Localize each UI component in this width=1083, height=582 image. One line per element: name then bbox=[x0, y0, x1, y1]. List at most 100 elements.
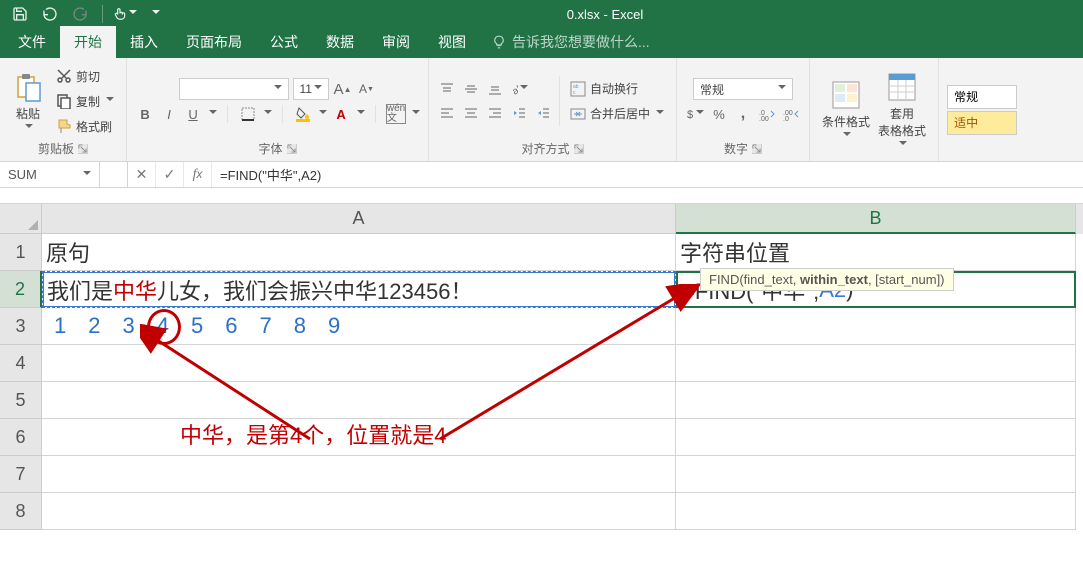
cell-B1[interactable]: 字符串位置 bbox=[676, 234, 1076, 271]
save-icon[interactable] bbox=[8, 2, 32, 26]
style-normal[interactable]: 常规 bbox=[947, 85, 1017, 109]
align-top-icon[interactable] bbox=[437, 79, 457, 99]
bold-button[interactable]: B bbox=[135, 104, 155, 124]
tab-home[interactable]: 开始 bbox=[60, 26, 116, 58]
paste-button[interactable]: 粘贴 bbox=[8, 69, 48, 134]
copy-button[interactable]: 复制 bbox=[52, 91, 118, 112]
svg-text:.00: .00 bbox=[759, 116, 769, 121]
select-all-corner[interactable] bbox=[0, 204, 42, 234]
align-left-icon[interactable] bbox=[437, 103, 457, 123]
cell-A8[interactable] bbox=[42, 493, 676, 530]
quick-access-toolbar bbox=[0, 2, 167, 26]
style-moderate[interactable]: 适中 bbox=[947, 111, 1017, 135]
cell-A2[interactable]: 我们是中华儿女，我们会振兴中华123456！ bbox=[42, 271, 676, 308]
group-font: 11 A▲ A▼ B I U A wén文 字体 bbox=[127, 58, 429, 161]
row-header-1[interactable]: 1 bbox=[0, 234, 42, 271]
formula-input[interactable] bbox=[212, 162, 1083, 187]
align-bottom-icon[interactable] bbox=[485, 79, 505, 99]
font-color-button[interactable]: A bbox=[331, 104, 351, 124]
cancel-formula-icon[interactable]: ✕ bbox=[128, 162, 156, 187]
cell-B5[interactable] bbox=[676, 382, 1076, 419]
decrease-decimal-icon[interactable]: .00.0 bbox=[781, 104, 801, 124]
annotation-text: 中华，是第4个，位置就是4 bbox=[180, 418, 446, 450]
font-family-select[interactable] bbox=[179, 78, 289, 100]
tell-me[interactable]: 告诉我您想要做什么... bbox=[480, 26, 662, 58]
group-number: 常规 $ % , .0.00 .00.0 数字 bbox=[677, 58, 810, 161]
tab-layout[interactable]: 页面布局 bbox=[172, 26, 256, 58]
tell-me-label: 告诉我您想要做什么... bbox=[512, 32, 650, 52]
align-center-icon[interactable] bbox=[461, 103, 481, 123]
align-right-icon[interactable] bbox=[485, 103, 505, 123]
cell-A5[interactable] bbox=[42, 382, 676, 419]
increase-decimal-icon[interactable]: .0.00 bbox=[757, 104, 777, 124]
format-table-button[interactable]: 套用 表格格式 bbox=[874, 69, 930, 151]
increase-font-icon[interactable]: A▲ bbox=[333, 79, 353, 99]
increase-indent-icon[interactable] bbox=[533, 103, 553, 123]
row-header-8[interactable]: 8 bbox=[0, 493, 42, 530]
percent-format-icon[interactable]: % bbox=[709, 104, 729, 124]
svg-text:.0: .0 bbox=[783, 116, 789, 121]
accounting-format-icon[interactable]: $ bbox=[685, 104, 705, 124]
cell-B4[interactable] bbox=[676, 345, 1076, 382]
comma-format-icon[interactable]: , bbox=[733, 104, 753, 124]
spreadsheet-grid: A B 1 原句 字符串位置 2 我们是中华儿女，我们会振兴中华123456！ … bbox=[0, 204, 1083, 530]
cell-A7[interactable] bbox=[42, 456, 676, 493]
col-header-B[interactable]: B bbox=[676, 204, 1076, 234]
group-cell-styles: 常规 适中 bbox=[939, 58, 1017, 161]
enter-formula-icon[interactable]: ✓ bbox=[156, 162, 184, 187]
fx-icon[interactable]: fx bbox=[184, 162, 212, 187]
redo-icon[interactable] bbox=[68, 2, 92, 26]
cell-B6[interactable] bbox=[676, 419, 1076, 456]
annotation-circle bbox=[147, 309, 181, 345]
cell-A4[interactable] bbox=[42, 345, 676, 382]
window-title: 0.xlsx - Excel bbox=[167, 7, 1043, 22]
cell-A1[interactable]: 原句 bbox=[42, 234, 676, 271]
tab-review[interactable]: 审阅 bbox=[368, 26, 424, 58]
merge-center-button[interactable]: 合并后居中 bbox=[566, 103, 668, 124]
font-size-select[interactable]: 11 bbox=[293, 78, 329, 100]
ribbon-tabs: 文件 开始 插入 页面布局 公式 数据 审阅 视图 告诉我您想要做什么... bbox=[0, 28, 1083, 58]
fill-color-button[interactable] bbox=[293, 104, 313, 124]
undo-icon[interactable] bbox=[38, 2, 62, 26]
orientation-icon[interactable]: ab bbox=[509, 79, 529, 99]
underline-button[interactable]: U bbox=[183, 104, 203, 124]
row-header-3[interactable]: 3 bbox=[0, 308, 42, 345]
col-header-A[interactable]: A bbox=[42, 204, 676, 234]
tab-data[interactable]: 数据 bbox=[312, 26, 368, 58]
svg-text:$: $ bbox=[687, 109, 693, 121]
svg-text:c: c bbox=[573, 90, 576, 96]
cell-B7[interactable] bbox=[676, 456, 1076, 493]
format-painter-button[interactable]: 格式刷 bbox=[52, 116, 118, 137]
group-styles: 条件格式 套用 表格格式 bbox=[810, 58, 939, 161]
cut-button[interactable]: 剪切 bbox=[52, 66, 118, 87]
number-format-select[interactable]: 常规 bbox=[693, 78, 793, 100]
formula-bar: SUM ✕ ✓ fx bbox=[0, 162, 1083, 188]
svg-text:ab: ab bbox=[511, 82, 518, 96]
wrap-text-button[interactable]: abc 自动换行 bbox=[566, 78, 668, 99]
name-box[interactable]: SUM bbox=[0, 162, 100, 187]
row-header-6[interactable]: 6 bbox=[0, 419, 42, 456]
tab-formulas[interactable]: 公式 bbox=[256, 26, 312, 58]
italic-button[interactable]: I bbox=[159, 104, 179, 124]
row-header-7[interactable]: 7 bbox=[0, 456, 42, 493]
ribbon: 粘贴 剪切 复制 格式刷 剪贴板 bbox=[0, 58, 1083, 162]
row-header-5[interactable]: 5 bbox=[0, 382, 42, 419]
tab-insert[interactable]: 插入 bbox=[116, 26, 172, 58]
group-clipboard: 粘贴 剪切 复制 格式刷 剪贴板 bbox=[0, 58, 127, 161]
decrease-font-icon[interactable]: A▼ bbox=[357, 79, 377, 99]
border-button[interactable] bbox=[238, 104, 258, 124]
row-header-2[interactable]: 2 bbox=[0, 271, 42, 308]
touch-mode-icon[interactable] bbox=[113, 2, 137, 26]
align-middle-icon[interactable] bbox=[461, 79, 481, 99]
cell-A3[interactable]: 1 2 3 4 5 6 7 8 9 bbox=[42, 308, 676, 345]
tab-file[interactable]: 文件 bbox=[4, 26, 60, 58]
decrease-indent-icon[interactable] bbox=[509, 103, 529, 123]
function-tooltip[interactable]: FIND(find_text, within_text, [start_num]… bbox=[700, 268, 954, 291]
cell-B8[interactable] bbox=[676, 493, 1076, 530]
phonetic-button[interactable]: wén文 bbox=[386, 104, 406, 124]
row-header-4[interactable]: 4 bbox=[0, 345, 42, 382]
tab-view[interactable]: 视图 bbox=[424, 26, 480, 58]
qat-customize-icon[interactable] bbox=[143, 2, 167, 26]
cell-B3[interactable] bbox=[676, 308, 1076, 345]
conditional-format-button[interactable]: 条件格式 bbox=[818, 77, 874, 142]
